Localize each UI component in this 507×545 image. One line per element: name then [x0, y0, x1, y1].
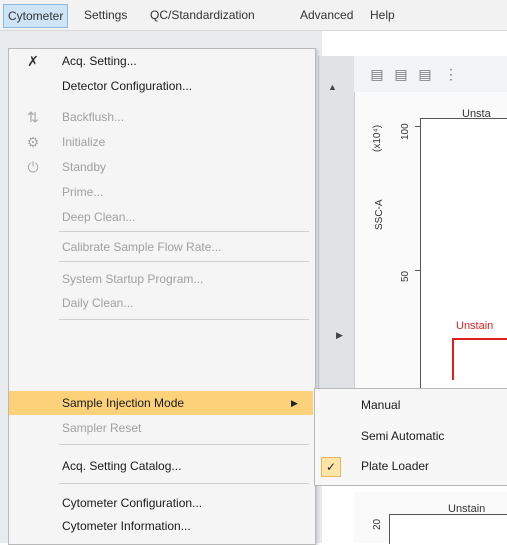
cytometer-dropdown-menu: ✗ Acq. Setting... Detector Configuration…	[8, 48, 316, 545]
menu-item-prime: Prime...	[9, 180, 313, 204]
menu-item-label: Initialize	[62, 135, 106, 149]
y-tick	[415, 126, 420, 127]
power-icon: ⏻	[27, 159, 39, 175]
plot2-y-tick-label: 20	[372, 518, 383, 530]
submenu-arrow-icon: ▶	[291, 398, 298, 408]
menu-item-label: Cytometer Configuration...	[62, 496, 203, 510]
submenu-item-label: Manual	[361, 398, 401, 412]
menu-item-sampler-reset: Sampler Reset	[9, 416, 313, 440]
scroll-up-arrow-icon[interactable]: ▲	[328, 82, 337, 92]
scroll-right-arrow-icon[interactable]: ▶	[336, 330, 343, 341]
menu-item-label: Calibrate Sample Flow Rate...	[62, 240, 222, 254]
submenu-item-manual[interactable]: Manual	[315, 391, 507, 419]
gate-label: Unstain	[456, 320, 494, 332]
menu-item-label: Deep Clean...	[62, 210, 136, 224]
sample-injection-mode-submenu: Manual Semi Automatic ✓ Plate Loader	[314, 388, 507, 486]
menu-item-standby: ⏻ Standby	[9, 155, 313, 179]
menu-item-label: Acq. Setting...	[62, 54, 137, 68]
menu-separator	[59, 261, 309, 262]
submenu-item-label: Plate Loader	[361, 459, 430, 473]
y-tick	[415, 270, 420, 271]
menu-item-sample-injection-mode[interactable]: Sample Injection Mode ▶	[9, 391, 313, 415]
menu-item-label: Backflush...	[62, 110, 125, 124]
menu-item-label: Prime...	[62, 185, 104, 199]
toolbar-more-icon[interactable]: ⋮	[442, 66, 460, 82]
menu-item-label: Acq. Setting Catalog...	[62, 459, 182, 473]
menu-item-cytometer-configuration[interactable]: Cytometer Configuration...	[9, 491, 313, 515]
menu-item-system-startup-program: System Startup Program...	[9, 267, 313, 291]
menu-item-label: Daily Clean...	[62, 296, 134, 310]
y-tick-label-100: 100	[400, 123, 411, 140]
check-icon: ✓	[321, 457, 341, 477]
menu-item-detector-configuration[interactable]: Detector Configuration...	[9, 74, 313, 98]
toolbar-paste-icon[interactable]: ▤	[392, 66, 410, 82]
menu-item-label: Sample Injection Mode	[62, 396, 185, 410]
menu-item-calibrate-sample-flow-rate: Calibrate Sample Flow Rate...	[9, 235, 313, 259]
menu-bar: Cytometer Settings QC/Standardization Ad…	[0, 0, 507, 31]
menu-item-acq-setting-catalog[interactable]: Acq. Setting Catalog...	[9, 454, 313, 478]
submenu-item-semi-automatic[interactable]: Semi Automatic	[315, 422, 507, 450]
toolbar-export-icon[interactable]: ▤	[416, 66, 434, 82]
menu-item-label: Cytometer Information...	[62, 519, 191, 533]
menu-item-label: Sampler Reset	[62, 421, 142, 435]
menu-cytometer[interactable]: Cytometer	[3, 4, 69, 28]
menu-settings[interactable]: Settings	[84, 7, 127, 23]
y-axis-multiplier: (x10⁴)	[372, 124, 383, 152]
menu-item-label: Detector Configuration...	[62, 79, 193, 93]
menu-help[interactable]: Help	[370, 7, 395, 23]
menu-item-acq-setting[interactable]: ✗ Acq. Setting...	[9, 49, 313, 73]
pin-icon: ✗	[27, 53, 39, 69]
menu-separator	[59, 444, 309, 445]
backflush-icon: ⇅	[27, 109, 39, 125]
menu-item-backflush: ⇅ Backflush...	[9, 105, 313, 129]
menu-item-daily-clean: Daily Clean...	[9, 291, 313, 315]
gate-shape[interactable]	[452, 338, 507, 380]
menu-item-label: System Startup Program...	[62, 272, 204, 286]
menu-separator	[59, 319, 309, 320]
menu-item-deep-clean: Deep Clean...	[9, 205, 313, 229]
menu-separator	[59, 231, 309, 232]
menu-item-initialize: ⚙ Initialize	[9, 130, 313, 154]
menu-qc-standardization[interactable]: QC/Standardization	[150, 7, 255, 23]
submenu-item-plate-loader[interactable]: ✓ Plate Loader	[315, 452, 507, 480]
submenu-item-label: Semi Automatic	[361, 429, 445, 443]
y-axis-label: SSC-A	[374, 199, 385, 230]
menu-separator	[59, 483, 309, 484]
toolbar-copy-icon[interactable]: ▤	[368, 66, 386, 82]
y-tick-label-50: 50	[400, 270, 411, 282]
menu-item-label: Standby	[62, 160, 107, 174]
gear-icon: ⚙	[26, 134, 40, 150]
plot2-area[interactable]	[389, 514, 507, 544]
menu-item-cytometer-information[interactable]: Cytometer Information...	[9, 514, 313, 538]
menu-advanced[interactable]: Advanced	[300, 7, 353, 23]
